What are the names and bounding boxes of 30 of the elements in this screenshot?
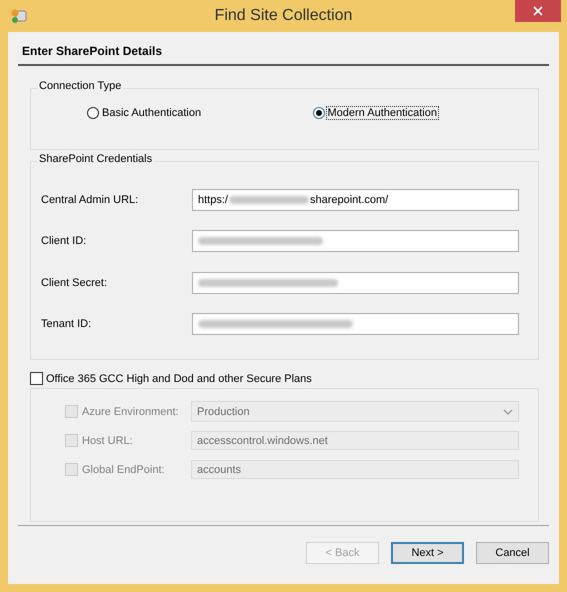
dialog-button[interactable]: Next >: [391, 542, 464, 564]
input-field[interactable]: [192, 313, 519, 336]
close-icon: [533, 6, 543, 16]
input-field[interactable]: [192, 272, 519, 294]
input-field[interactable]: https:/ sharepoint.com/: [192, 188, 519, 211]
dropdown-value: Production: [197, 406, 250, 418]
radio-button[interactable]: [87, 107, 99, 119]
field-value: https:/: [198, 194, 228, 206]
app-icon: [10, 8, 28, 24]
checkbox[interactable]: [30, 372, 43, 385]
close-button[interactable]: [515, 0, 561, 22]
dialog-button[interactable]: Cancel: [476, 542, 549, 564]
field-label: Client ID:: [41, 235, 86, 248]
checkbox-label: Azure Environment:: [82, 406, 179, 418]
checkbox-label: Host URL:: [82, 434, 133, 446]
field-value: sharepoint.com/: [310, 194, 388, 206]
page-heading: Enter SharePoint Details: [21, 43, 164, 60]
radio-button[interactable]: [312, 107, 324, 119]
field-label: Tenant ID:: [41, 318, 92, 330]
window-title: Find Site Collection: [214, 7, 352, 25]
radio-label[interactable]: Modern Authentication: [326, 107, 438, 119]
chevron-down-icon: [503, 408, 513, 414]
field-label: Client Secret:: [41, 276, 108, 289]
radio-label[interactable]: Basic Authentication: [101, 107, 202, 119]
input-field[interactable]: [192, 230, 519, 252]
field-label: Central Admin URL:: [41, 194, 138, 206]
checkbox-label: Global EndPoint:: [82, 464, 165, 476]
checkbox-label: Office 365 GCC High and Dod and other Secure Plans: [46, 372, 312, 384]
group-label: SharePoint Credentials: [37, 153, 154, 165]
group-label: Connection Type: [37, 80, 124, 92]
